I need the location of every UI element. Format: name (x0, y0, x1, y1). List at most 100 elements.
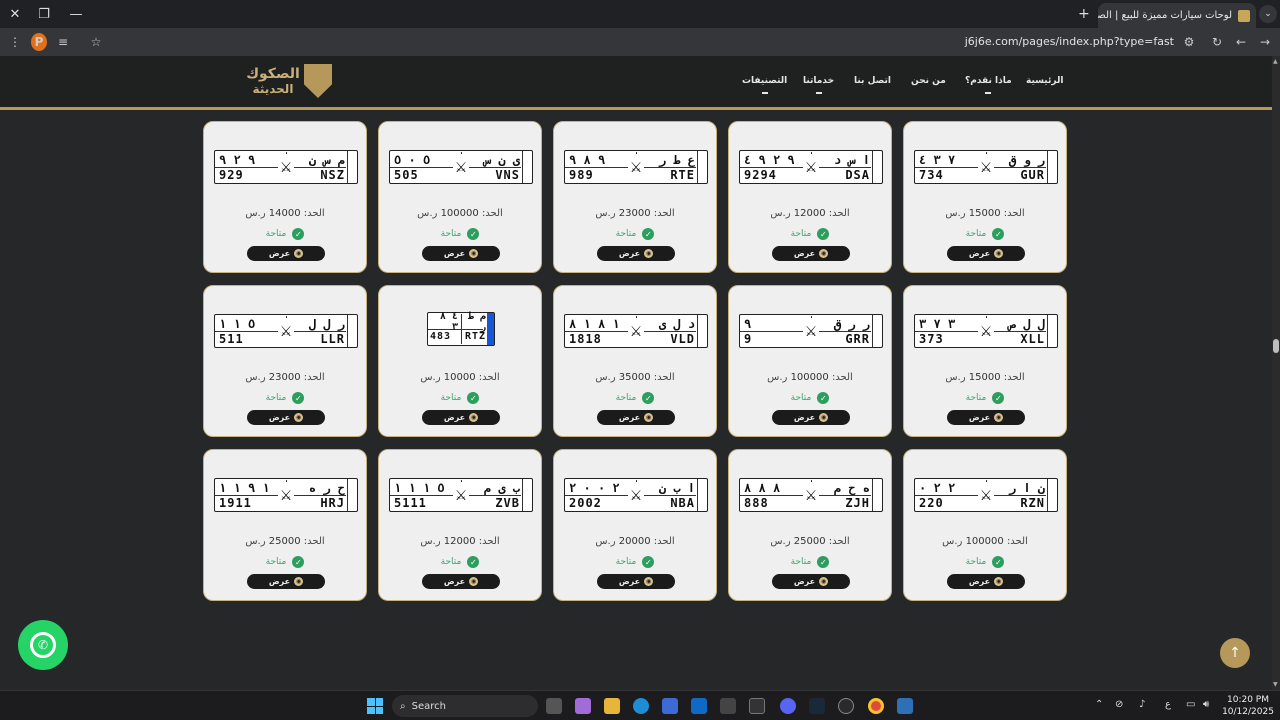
tray-network-icon[interactable]: ⊘ (1115, 699, 1123, 710)
back-arrow-icon[interactable]: ← (1233, 33, 1249, 51)
nav-services[interactable]: خدماتنا (803, 76, 834, 94)
profile-avatar[interactable]: P (31, 33, 47, 51)
active-tab[interactable]: لوحات سيارات مميزة للبيع | الصك ✕ (1098, 3, 1256, 28)
nav-home[interactable]: الرئيسية (1026, 76, 1063, 86)
steam-icon[interactable] (809, 698, 825, 714)
price-value: 25000 (268, 536, 301, 547)
close-window-icon[interactable]: ✕ (5, 4, 25, 24)
plate-card[interactable]: ل ل ص٣ ٧ ٣ 373 XLL ⚔ الحد: 15000 ر.س متاحة ✓ عر… (903, 285, 1067, 437)
scroll-down-icon[interactable]: ▼ (1273, 681, 1278, 688)
plate-card[interactable]: ع ط ر٩ ٨ ٩ 989 RTE ⚔ الحد: 23000 ر.س متاحة ✓ عر… (553, 121, 717, 273)
new-tab-icon[interactable]: + (1078, 6, 1090, 22)
tray-chevron-icon[interactable]: ⌃ (1095, 699, 1103, 710)
vpn-shield-icon[interactable] (897, 698, 913, 714)
view-button[interactable]: عرض ◉ (772, 410, 850, 425)
scroll-up-icon[interactable]: ▲ (1273, 58, 1278, 65)
availability-label: متاحة (965, 557, 987, 567)
view-button[interactable]: عرض ◉ (422, 574, 500, 589)
view-button[interactable]: عرض ◉ (597, 410, 675, 425)
ctrl-app-icon[interactable] (749, 698, 765, 714)
site-logo[interactable]: الصكوك الحديثة (244, 62, 336, 102)
price-value: 12000 (793, 208, 826, 219)
task-view-icon[interactable] (546, 698, 562, 714)
plate-card[interactable]: م س ن٩ ٢ ٩ 929 NSZ ⚔ الحد: 14000 ر.س متاحة ✓ عر… (203, 121, 367, 273)
nav-what-we-offer[interactable]: ماذا نقدم؟ (965, 76, 1012, 94)
view-button[interactable]: عرض ◉ (422, 246, 500, 261)
eye-icon: ◉ (819, 413, 829, 422)
plate-card[interactable]: م ط ر٤ ٨ ٣ 483 RTZ الحد: 10000 ر.س متاحة ✓ عرض… (378, 285, 542, 437)
view-button[interactable]: عرض ◉ (772, 246, 850, 261)
tray-display-icon[interactable]: ▭ (1186, 699, 1195, 710)
file-explorer-icon[interactable] (604, 698, 620, 714)
forward-arrow-icon[interactable]: → (1257, 33, 1273, 51)
app-icon[interactable] (720, 698, 736, 714)
plate-english-row: 483 RTZ (430, 329, 486, 344)
currency-icon: ر.س (942, 536, 963, 547)
view-button[interactable]: عرض ◉ (947, 574, 1025, 589)
scrollbar-thumb[interactable] (1273, 339, 1279, 353)
view-button[interactable]: عرض ◉ (597, 246, 675, 261)
price-value: 100000 (790, 372, 829, 383)
palm-emblem-icon: ⚔ (453, 482, 469, 510)
windows-start-icon[interactable] (367, 698, 383, 714)
plate-card[interactable]: ن ا ر٢ ٢ ٠ 220 RZN ⚔ الحد: 100000 ر.س متاحة ✓ ع… (903, 449, 1067, 601)
view-button[interactable]: عرض ◉ (772, 574, 850, 589)
bookmark-star-icon[interactable]: ☆ (88, 33, 104, 51)
plate-arabic-digits: ٣ ٧ ٣ (919, 316, 956, 331)
availability-label: متاحة (615, 557, 637, 567)
palm-emblem-icon: ⚔ (803, 318, 819, 346)
discord-icon[interactable] (780, 698, 796, 714)
palm-emblem-icon: ⚔ (803, 154, 819, 182)
nav-contact[interactable]: اتصل بنا (854, 76, 891, 86)
language-indicator[interactable]: ع (1165, 699, 1171, 710)
minimize-window-icon[interactable]: — (66, 4, 86, 24)
whatsapp-button[interactable]: ✆ (18, 620, 68, 670)
tab-search-icon[interactable]: ⌄ (1259, 5, 1277, 23)
view-button[interactable]: عرض ◉ (597, 574, 675, 589)
site-settings-icon[interactable]: ⚙ (1181, 33, 1197, 51)
tray-mic-icon[interactable]: ♪ (1139, 699, 1145, 710)
plate-card[interactable]: ر ر ق ٩ 9 GRR ⚔ الحد: 100000 ر.س متاحة ✓ عرض ◉ (728, 285, 892, 437)
page-scrollbar[interactable]: ▲ ▼ (1272, 56, 1280, 690)
plate-card[interactable]: ر ل ل٥ ١ ١ 511 LLR ⚔ الحد: 23000 ر.س متاحة ✓ عر… (203, 285, 367, 437)
plate-arabic-digits: ١ ٨ ١ ٨ (569, 316, 620, 331)
view-button[interactable]: عرض ◉ (422, 410, 500, 425)
nav-categories[interactable]: التصنيفات (742, 76, 787, 94)
reading-list-icon[interactable]: ≡ (55, 33, 71, 51)
plate-card[interactable]: ب ى م ٥ ١ ١ ١ 5111 ZVB ⚔ الحد: 12000 ر.س متاحة… (378, 449, 542, 601)
outlook-icon[interactable] (691, 698, 707, 714)
nav-about[interactable]: من نحن (911, 76, 946, 86)
taskbar-search[interactable]: ⌕ Search (392, 695, 538, 717)
plate-card[interactable]: ه ح م٨ ٨ ٨ 888 ZJH ⚔ الحد: 25000 ر.س متاحة ✓ عر… (728, 449, 892, 601)
eye-icon: ◉ (644, 249, 654, 258)
view-button[interactable]: عرض ◉ (247, 574, 325, 589)
tray-volume-icon[interactable]: 🔊︎ (1203, 699, 1209, 710)
reload-icon[interactable]: ↻ (1209, 33, 1225, 51)
taskbar-clock[interactable]: 10:20 PM 10/12/2025 (1220, 694, 1276, 718)
app-circle-icon[interactable] (838, 698, 854, 714)
plate-arabic-letters: د ل ى (658, 316, 695, 331)
restore-window-icon[interactable]: ❐ (34, 4, 54, 24)
copilot-icon[interactable] (575, 698, 591, 714)
plate-card[interactable]: ا ب ن ٢ ٠ ٠ ٢ 2002 NBA ⚔ الحد: 20000 ر.س متاحة… (553, 449, 717, 601)
microsoft-store-icon[interactable] (662, 698, 678, 714)
back-to-top-button[interactable]: ↑ (1220, 638, 1250, 668)
edge-browser-icon[interactable] (633, 698, 649, 714)
plate-card[interactable]: د ل ى ١ ٨ ١ ٨ 1818 VLD ⚔ الحد: 35000 ر.س متاحة… (553, 285, 717, 437)
view-button[interactable]: عرض ◉ (247, 246, 325, 261)
plate-card[interactable]: ح ر ه ١ ٩ ١ ١ 1911 HRJ ⚔ الحد: 25000 ر.س متاحة… (203, 449, 367, 601)
price-prefix: الحد: (828, 208, 850, 219)
view-button[interactable]: عرض ◉ (247, 410, 325, 425)
price-value: 15000 (968, 208, 1001, 219)
view-button[interactable]: عرض ◉ (947, 410, 1025, 425)
address-bar[interactable]: j6j6e.com/pages/index.php?type=fast (965, 35, 1174, 48)
menu-kebab-icon[interactable]: ⋮ (8, 33, 22, 51)
plate-card[interactable]: ر و ق٧ ٣ ٤ 734 GUR ⚔ الحد: 15000 ر.س متاحة ✓ عر… (903, 121, 1067, 273)
plate-card[interactable]: ى ن س٥ ٠ ٥ 505 VNS ⚔ الحد: 100000 ر.س متاحة ✓ ع… (378, 121, 542, 273)
plate-country-strip (697, 315, 707, 347)
plate-card[interactable]: ا س د ٩ ٢ ٩ ٤ 9294 DSA ⚔ الحد: 12000 ر.س متاحة… (728, 121, 892, 273)
view-button[interactable]: عرض ◉ (947, 246, 1025, 261)
plate-arabic-letters: ا س د (833, 152, 870, 167)
chrome-icon[interactable] (868, 698, 884, 714)
availability-status: متاحة ✓ (729, 392, 891, 404)
